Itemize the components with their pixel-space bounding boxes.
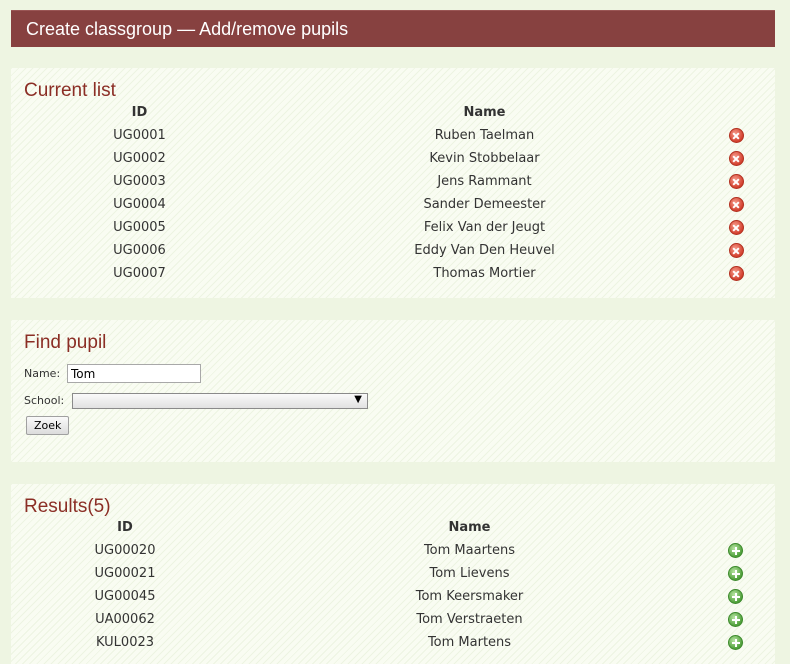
row-action <box>710 631 761 654</box>
row-action <box>711 262 761 285</box>
row-name: Ruben Taelman <box>434 128 535 143</box>
row-id: UG0003 <box>113 174 166 189</box>
results-heading: Results(5) <box>24 496 111 517</box>
row-action <box>710 562 761 585</box>
results-panel: Results(5) ID Name UG00020 Tom Maartens UG… <box>11 484 775 664</box>
find-pupil-heading: Find pupil <box>24 332 107 353</box>
row-name: Tom Maartens <box>423 543 516 558</box>
name-label: Name: <box>24 367 61 380</box>
row-id: UG0004 <box>113 197 166 212</box>
row-id: UG00020 <box>94 543 156 558</box>
row-action <box>711 170 761 193</box>
row-name: Tom Martens <box>427 635 512 650</box>
remove-icon[interactable] <box>728 174 744 189</box>
add-icon[interactable] <box>728 635 743 650</box>
row-action <box>710 585 761 608</box>
row-action <box>711 147 761 170</box>
remove-icon[interactable] <box>728 151 744 166</box>
add-icon[interactable] <box>728 589 743 604</box>
table-row: UG0006 Eddy Van Den Heuvel <box>21 239 761 262</box>
table-row: UG0007 Thomas Mortier <box>21 262 761 285</box>
column-header-name: Name <box>448 520 491 535</box>
school-select[interactable]: ▼ <box>72 393 368 409</box>
dropdown-arrow-icon: ▼ <box>354 394 362 405</box>
column-header-action <box>711 101 761 124</box>
row-id: UG00021 <box>94 566 156 581</box>
row-name: Felix Van der Jeugt <box>423 220 546 235</box>
find-pupil-panel: Find pupil Name: School: ▼ Zoek <box>11 320 775 462</box>
page-title: Create classgroup — Add/remove pupils <box>26 19 349 39</box>
row-name: Kevin Stobbelaar <box>429 151 540 166</box>
row-id: UG0002 <box>113 151 166 166</box>
search-button[interactable]: Zoek <box>26 416 70 435</box>
remove-icon[interactable] <box>728 197 744 212</box>
results-body: UG00020 Tom Maartens UG00021 Tom Lievens UG0… <box>21 539 761 654</box>
row-id: KUL0023 <box>95 635 155 650</box>
table-row: UA00062 Tom Verstraeten <box>21 608 761 631</box>
remove-icon[interactable] <box>728 128 744 143</box>
column-header-id: ID <box>117 520 133 535</box>
table-row: UG0005 Felix Van der Jeugt <box>21 216 761 239</box>
name-input[interactable] <box>67 364 201 383</box>
table-header-row: ID Name <box>21 101 761 124</box>
add-icon[interactable] <box>728 612 743 627</box>
table-row: KUL0023 Tom Martens <box>21 631 761 654</box>
table-row: UG0002 Kevin Stobbelaar <box>21 147 761 170</box>
column-header-name: Name <box>463 105 506 120</box>
table-header-row: ID Name <box>21 516 761 539</box>
row-name: Tom Keersmaker <box>415 589 524 604</box>
row-action <box>711 239 761 262</box>
column-header-action <box>710 516 761 539</box>
table-row: UG00020 Tom Maartens <box>21 539 761 562</box>
row-id: UG0007 <box>113 266 166 281</box>
row-id: UG0006 <box>113 243 166 258</box>
table-row: UG0004 Sander Demeester <box>21 193 761 216</box>
current-list-table: ID Name UG0001 Ruben Taelman UG0002 Kevin S… <box>21 101 761 285</box>
add-icon[interactable] <box>728 543 743 558</box>
remove-icon[interactable] <box>728 243 744 258</box>
row-action <box>711 124 761 147</box>
table-row: UG0001 Ruben Taelman <box>21 124 761 147</box>
row-name: Jens Rammant <box>437 174 532 189</box>
remove-icon[interactable] <box>728 266 744 281</box>
row-id: UG0005 <box>113 220 166 235</box>
current-list-body: UG0001 Ruben Taelman UG0002 Kevin Stobbelaa… <box>21 124 761 285</box>
remove-icon[interactable] <box>728 220 744 235</box>
current-list-heading: Current list <box>24 80 116 101</box>
row-name: Tom Lievens <box>429 566 510 581</box>
current-list-panel: Current list ID Name UG0001 Ruben Taelman… <box>11 68 775 298</box>
row-id: UG0001 <box>113 128 166 143</box>
row-id: UG00045 <box>94 589 156 604</box>
row-action <box>710 539 761 562</box>
table-row: UG0003 Jens Rammant <box>21 170 761 193</box>
row-id: UA00062 <box>95 612 155 627</box>
page-header: Create classgroup — Add/remove pupils <box>11 10 775 47</box>
row-name: Thomas Mortier <box>433 266 536 281</box>
table-row: UG00021 Tom Lievens <box>21 562 761 585</box>
school-label: School: <box>24 394 65 407</box>
column-header-id: ID <box>131 105 148 120</box>
add-icon[interactable] <box>728 566 743 581</box>
results-table: ID Name UG00020 Tom Maartens UG00021 Tom Li… <box>21 516 761 654</box>
row-name: Sander Demeester <box>423 197 546 212</box>
table-row: UG00045 Tom Keersmaker <box>21 585 761 608</box>
row-name: Tom Verstraeten <box>416 612 523 627</box>
row-action <box>710 608 761 631</box>
row-name: Eddy Van Den Heuvel <box>414 243 555 258</box>
row-action <box>711 216 761 239</box>
row-action <box>711 193 761 216</box>
